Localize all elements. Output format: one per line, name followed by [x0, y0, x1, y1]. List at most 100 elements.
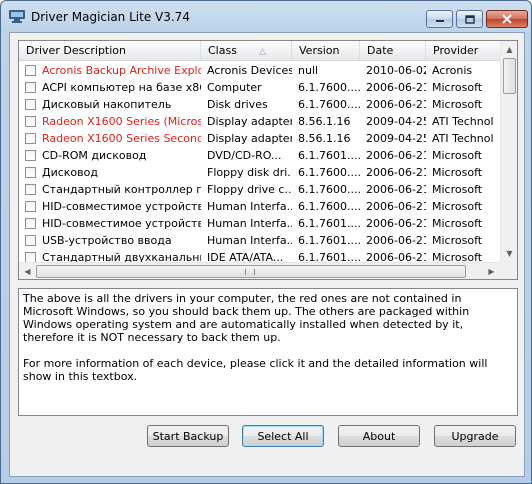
cell-version: 6.1.7600.... — [298, 183, 360, 196]
main-panel: Driver Description Class △ Version Date P… — [9, 32, 525, 477]
cell-description: CD-ROM дисковод — [42, 149, 147, 162]
cell-date: 2006-06-21 — [366, 166, 426, 179]
table-row[interactable]: Дисковый накопитель Disk drives 6.1.7600..… — [19, 96, 500, 113]
cell-version: 6.1.7601.... — [298, 149, 360, 162]
column-label: Version — [299, 44, 340, 57]
cell-provider: Microsoft — [432, 200, 483, 213]
minimize-icon — [435, 20, 444, 22]
table-row[interactable]: Radeon X1600 Series Seconda... Display ad… — [19, 130, 500, 147]
table-row[interactable]: HID-совместимое устройство... Human Inter… — [19, 198, 500, 215]
list-body: Acronis Backup Archive Explorer Acronis D… — [19, 62, 500, 266]
cell-provider: ATI Technol — [432, 132, 494, 145]
column-date[interactable]: Date — [360, 41, 426, 61]
app-window: Driver Magician Lite V3.74 Driver Descri… — [0, 0, 532, 484]
about-button[interactable]: About — [338, 425, 420, 447]
table-row[interactable]: Radeon X1600 Series (Microsof... Display … — [19, 113, 500, 130]
table-row[interactable]: Стандартный контроллер гиб... Floppy driv… — [19, 181, 500, 198]
row-checkbox[interactable] — [25, 218, 36, 229]
cell-class: Human Interfa... — [207, 217, 292, 230]
row-checkbox[interactable] — [25, 235, 36, 246]
cell-date: 2006-06-21 — [366, 200, 426, 213]
row-checkbox[interactable] — [25, 150, 36, 161]
cell-description: Стандартный контроллер гиб... — [42, 183, 201, 196]
cell-provider: Microsoft — [432, 234, 483, 247]
table-row[interactable]: Дисковод Floppy disk dri... 6.1.7600.... 20… — [19, 164, 500, 181]
table-row[interactable]: CD-ROM дисковод DVD/CD-RO... 6.1.7601.... 2… — [19, 147, 500, 164]
scroll-down-icon[interactable]: ▼ — [501, 245, 517, 262]
list-header: Driver Description Class △ Version Date P… — [19, 41, 500, 61]
cell-class: Floppy drive c... — [207, 183, 292, 196]
close-icon — [502, 14, 512, 24]
cell-provider: Microsoft — [432, 81, 483, 94]
horizontal-scroll-thumb[interactable] — [36, 265, 466, 278]
column-label: Provider — [433, 44, 479, 57]
row-checkbox[interactable] — [25, 99, 36, 110]
scroll-grip — [245, 269, 255, 275]
cell-provider: Microsoft — [432, 183, 483, 196]
info-paragraph: For more information of each device, ple… — [23, 357, 488, 383]
scroll-right-icon[interactable]: ▶ — [483, 263, 500, 279]
cell-version: 8.56.1.16 — [298, 115, 351, 128]
cell-version: 6.1.7601.... — [298, 234, 360, 247]
cell-class: Human Interfa... — [207, 200, 292, 213]
cell-date: 2006-06-21 — [366, 98, 426, 111]
cell-description: ACPI компьютер на базе x86 — [42, 81, 201, 94]
cell-date: 2010-06-02 — [366, 64, 426, 77]
upgrade-button[interactable]: Upgrade — [434, 425, 516, 447]
cell-date: 2009-04-25 — [366, 115, 426, 128]
row-checkbox[interactable] — [25, 82, 36, 93]
vertical-scrollbar[interactable]: ▲ ▼ — [500, 41, 517, 262]
cell-version: 6.1.7600.... — [298, 98, 360, 111]
cell-date: 2009-04-25 — [366, 132, 426, 145]
cell-date: 2006-06-21 — [366, 183, 426, 196]
table-row[interactable]: HID-совместимое устройство Human Interfa.… — [19, 215, 500, 232]
cell-class: Floppy disk dri... — [207, 166, 292, 179]
driver-list[interactable]: Driver Description Class △ Version Date P… — [18, 40, 518, 280]
maximize-icon — [464, 14, 475, 24]
row-checkbox[interactable] — [25, 65, 36, 76]
close-button[interactable] — [486, 10, 528, 28]
select-all-button[interactable]: Select All — [242, 425, 324, 447]
cell-date: 2006-06-21 — [366, 234, 426, 247]
row-checkbox[interactable] — [25, 116, 36, 127]
cell-version: 6.1.7600.... — [298, 200, 360, 213]
column-class[interactable]: Class △ — [201, 41, 292, 61]
cell-class: Human Interfa... — [207, 234, 292, 247]
cell-class: Computer — [207, 81, 262, 94]
table-row[interactable]: ACPI компьютер на базе x86 Computer 6.1.76… — [19, 79, 500, 96]
maximize-button[interactable] — [456, 10, 483, 28]
table-row[interactable]: Acronis Backup Archive Explorer Acronis D… — [19, 62, 500, 79]
cell-version: 8.56.1.16 — [298, 132, 351, 145]
cell-provider: Acronis — [432, 64, 473, 77]
row-checkbox[interactable] — [25, 184, 36, 195]
row-checkbox[interactable] — [25, 201, 36, 212]
scroll-left-icon[interactable]: ◀ — [19, 263, 36, 279]
cell-description: HID-совместимое устройство — [42, 217, 201, 230]
cell-version: null — [298, 64, 319, 77]
scroll-up-icon[interactable]: ▲ — [501, 41, 517, 58]
scrollbar-corner — [500, 262, 517, 279]
cell-description: Дисковод — [42, 166, 98, 179]
start-backup-button[interactable]: Start Backup — [147, 425, 229, 447]
cell-description: Radeon X1600 Series Seconda... — [42, 132, 201, 145]
vertical-scroll-thumb[interactable] — [503, 58, 516, 94]
cell-class: DVD/CD-RO... — [207, 149, 282, 162]
cell-provider: Microsoft — [432, 166, 483, 179]
column-driver-description[interactable]: Driver Description — [19, 41, 201, 61]
cell-provider: Microsoft — [432, 149, 483, 162]
minimize-button[interactable] — [426, 10, 453, 28]
column-provider[interactable]: Provider — [426, 41, 500, 61]
horizontal-scrollbar[interactable]: ◀ ▶ — [19, 262, 500, 279]
title-bar[interactable]: Driver Magician Lite V3.74 — [1, 1, 531, 31]
column-version[interactable]: Version — [292, 41, 360, 61]
info-textbox[interactable]: The above is all the drivers in your com… — [18, 288, 518, 416]
cell-version: 6.1.7601.... — [298, 217, 360, 230]
cell-description: Acronis Backup Archive Explorer — [42, 64, 201, 77]
row-checkbox[interactable] — [25, 167, 36, 178]
cell-date: 2006-06-21 — [366, 149, 426, 162]
window-title: Driver Magician Lite V3.74 — [31, 10, 190, 24]
table-row[interactable]: USB-устройство ввода Human Interfa... 6.1.… — [19, 232, 500, 249]
cell-provider: Microsoft — [432, 98, 483, 111]
row-checkbox[interactable] — [25, 133, 36, 144]
cell-provider: ATI Technol — [432, 115, 494, 128]
